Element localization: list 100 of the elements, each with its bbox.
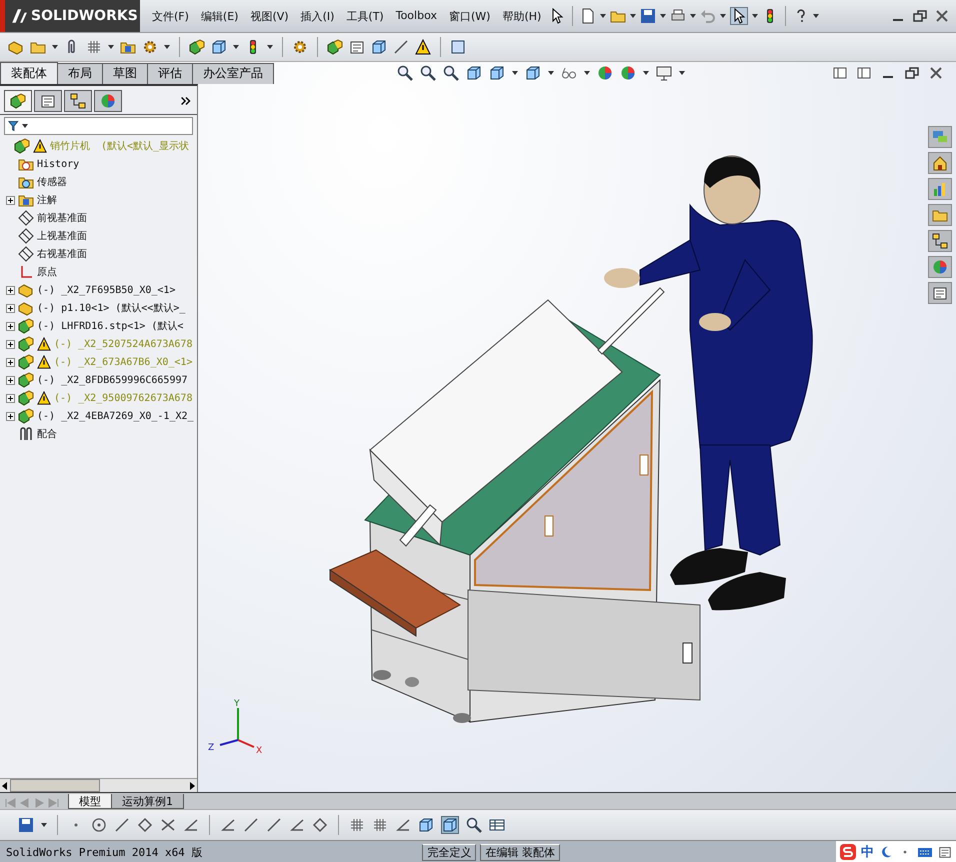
command-tab[interactable]: 办公室产品	[192, 62, 274, 84]
caret-icon[interactable]	[813, 14, 820, 18]
assembly-icon	[18, 390, 34, 406]
part-icon[interactable]	[8, 39, 24, 55]
wireframe-cube-icon[interactable]	[418, 817, 434, 833]
caret-icon[interactable]	[267, 45, 273, 49]
tile-left-icon[interactable]	[832, 65, 848, 81]
zoom-to-fit-icon[interactable]	[397, 65, 413, 81]
double-chevron-icon[interactable]	[179, 94, 193, 108]
caret-icon[interactable]	[720, 14, 726, 18]
line-icon[interactable]	[114, 817, 130, 833]
glasses-icon[interactable]	[561, 65, 577, 81]
configuration-manager-tab[interactable]	[64, 90, 92, 112]
tree-item[interactable]: 注解	[37, 193, 57, 207]
command-tab[interactable]: 草图	[102, 62, 148, 84]
appearance-tab[interactable]	[94, 90, 122, 112]
angle-icon[interactable]	[183, 817, 199, 833]
command-tab[interactable]: 装配体	[0, 62, 58, 84]
gear-icon[interactable]	[142, 39, 158, 55]
caret-icon[interactable]	[512, 71, 518, 75]
caret-icon[interactable]	[233, 45, 239, 49]
tree-item[interactable]: (-) p1.10<1> (默认<<默认>_	[37, 301, 186, 315]
restore-icon[interactable]	[912, 8, 928, 24]
input-method-logo-icon[interactable]	[840, 844, 856, 860]
expand-icon[interactable]	[6, 322, 15, 330]
shaded-cube-icon[interactable]	[442, 817, 458, 833]
circle-icon[interactable]	[91, 817, 107, 833]
status-text: SolidWorks Premium 2014 x64 版	[6, 844, 202, 860]
expand-icon[interactable]	[6, 196, 15, 204]
tree-item[interactable]: 前视基准面	[37, 211, 87, 225]
save-icon[interactable]	[640, 8, 656, 24]
custom-properties-tab[interactable]	[928, 282, 952, 304]
monitor-icon[interactable]	[656, 65, 672, 81]
close-icon[interactable]	[928, 65, 944, 81]
expand-icon[interactable]	[6, 358, 15, 366]
tree-item[interactable]: History	[37, 158, 80, 170]
restore-icon[interactable]	[904, 65, 920, 81]
caret-icon[interactable]	[52, 45, 58, 49]
caret-icon[interactable]	[41, 823, 47, 827]
caret-icon[interactable]	[164, 45, 170, 49]
moon-icon[interactable]	[879, 845, 893, 859]
tree-item[interactable]: 上视基准面	[37, 229, 87, 243]
appearance-ball-icon[interactable]	[597, 65, 613, 81]
bottom-tab[interactable]: 运动算例1	[111, 794, 184, 809]
bottom-tab[interactable]: 模型	[68, 794, 112, 809]
caret-icon[interactable]	[600, 14, 606, 18]
caret-icon[interactable]	[660, 14, 666, 18]
expand-icon[interactable]	[6, 286, 15, 294]
assembly-icon[interactable]	[189, 39, 205, 55]
expand-icon[interactable]	[6, 340, 15, 348]
table-icon[interactable]	[489, 817, 505, 833]
caret-icon[interactable]	[22, 124, 28, 128]
menu-item[interactable]: 帮助(H)	[498, 6, 546, 26]
tree-item[interactable]: 传感器	[37, 175, 67, 189]
zoom-to-area-icon[interactable]	[420, 65, 436, 81]
tree-item[interactable]: (-) LHFRD16.stp<1> (默认<	[37, 319, 184, 333]
expand-icon[interactable]	[6, 376, 15, 384]
grid-icon[interactable]	[372, 817, 388, 833]
tree-item[interactable]: (-) _X2_7F695B50_X0_<1>	[37, 284, 176, 296]
library-tab[interactable]	[928, 178, 952, 200]
tile-right-icon[interactable]	[856, 65, 872, 81]
caret-icon[interactable]	[630, 14, 636, 18]
tree-item[interactable]: 配合	[37, 427, 57, 441]
filter-field[interactable]	[4, 117, 193, 135]
caret-icon[interactable]	[584, 71, 590, 75]
color-ball-icon	[932, 259, 948, 275]
menu-item[interactable]: 编辑(E)	[196, 6, 242, 26]
command-tab[interactable]: 布局	[57, 62, 103, 84]
caret-icon[interactable]	[548, 71, 554, 75]
expand-icon[interactable]	[6, 412, 15, 420]
menu-item[interactable]: 文件(F)	[148, 6, 193, 26]
polygon-icon[interactable]	[137, 817, 153, 833]
tree-item[interactable]: 右视基准面	[37, 247, 87, 261]
horizontal-scrollbar[interactable]	[0, 778, 197, 792]
menu-item[interactable]: 窗口(W)	[444, 6, 494, 26]
caret-icon[interactable]	[679, 71, 685, 75]
feature-manager-tab[interactable]	[4, 90, 32, 112]
caret-icon[interactable]	[752, 14, 758, 18]
menu-item[interactable]: 视图(V)	[246, 6, 293, 26]
caret-icon[interactable]	[643, 71, 649, 75]
menu-item[interactable]: 工具(T)	[342, 6, 388, 26]
menu-item[interactable]: Toolbox	[392, 6, 441, 26]
view-palette-tab[interactable]	[928, 230, 952, 252]
axis-triad-icon	[220, 708, 254, 748]
caret-icon[interactable]	[108, 45, 114, 49]
property-manager-tab[interactable]	[34, 90, 62, 112]
tree-item[interactable]: 原点	[37, 265, 57, 279]
expand-icon[interactable]	[6, 394, 15, 402]
expand-icon[interactable]	[6, 304, 15, 312]
tree-item[interactable]: (-) _X2_4EBA7269_X0_-1_X2_	[37, 410, 194, 422]
input-mode-indicator[interactable]: 中	[861, 843, 874, 861]
caret-icon[interactable]	[690, 14, 696, 18]
configuration-label: (默认<默认_显示状	[101, 140, 190, 153]
close-icon[interactable]	[934, 8, 950, 24]
command-tab[interactable]: 评估	[147, 62, 193, 84]
tree-item[interactable]: (-) _X2_8FDB659996C665997	[37, 374, 188, 386]
new-document-icon[interactable]	[580, 8, 596, 24]
menu-item[interactable]: 插入(I)	[296, 6, 338, 26]
save-icon[interactable]	[18, 817, 34, 833]
home-tab[interactable]	[928, 152, 952, 174]
